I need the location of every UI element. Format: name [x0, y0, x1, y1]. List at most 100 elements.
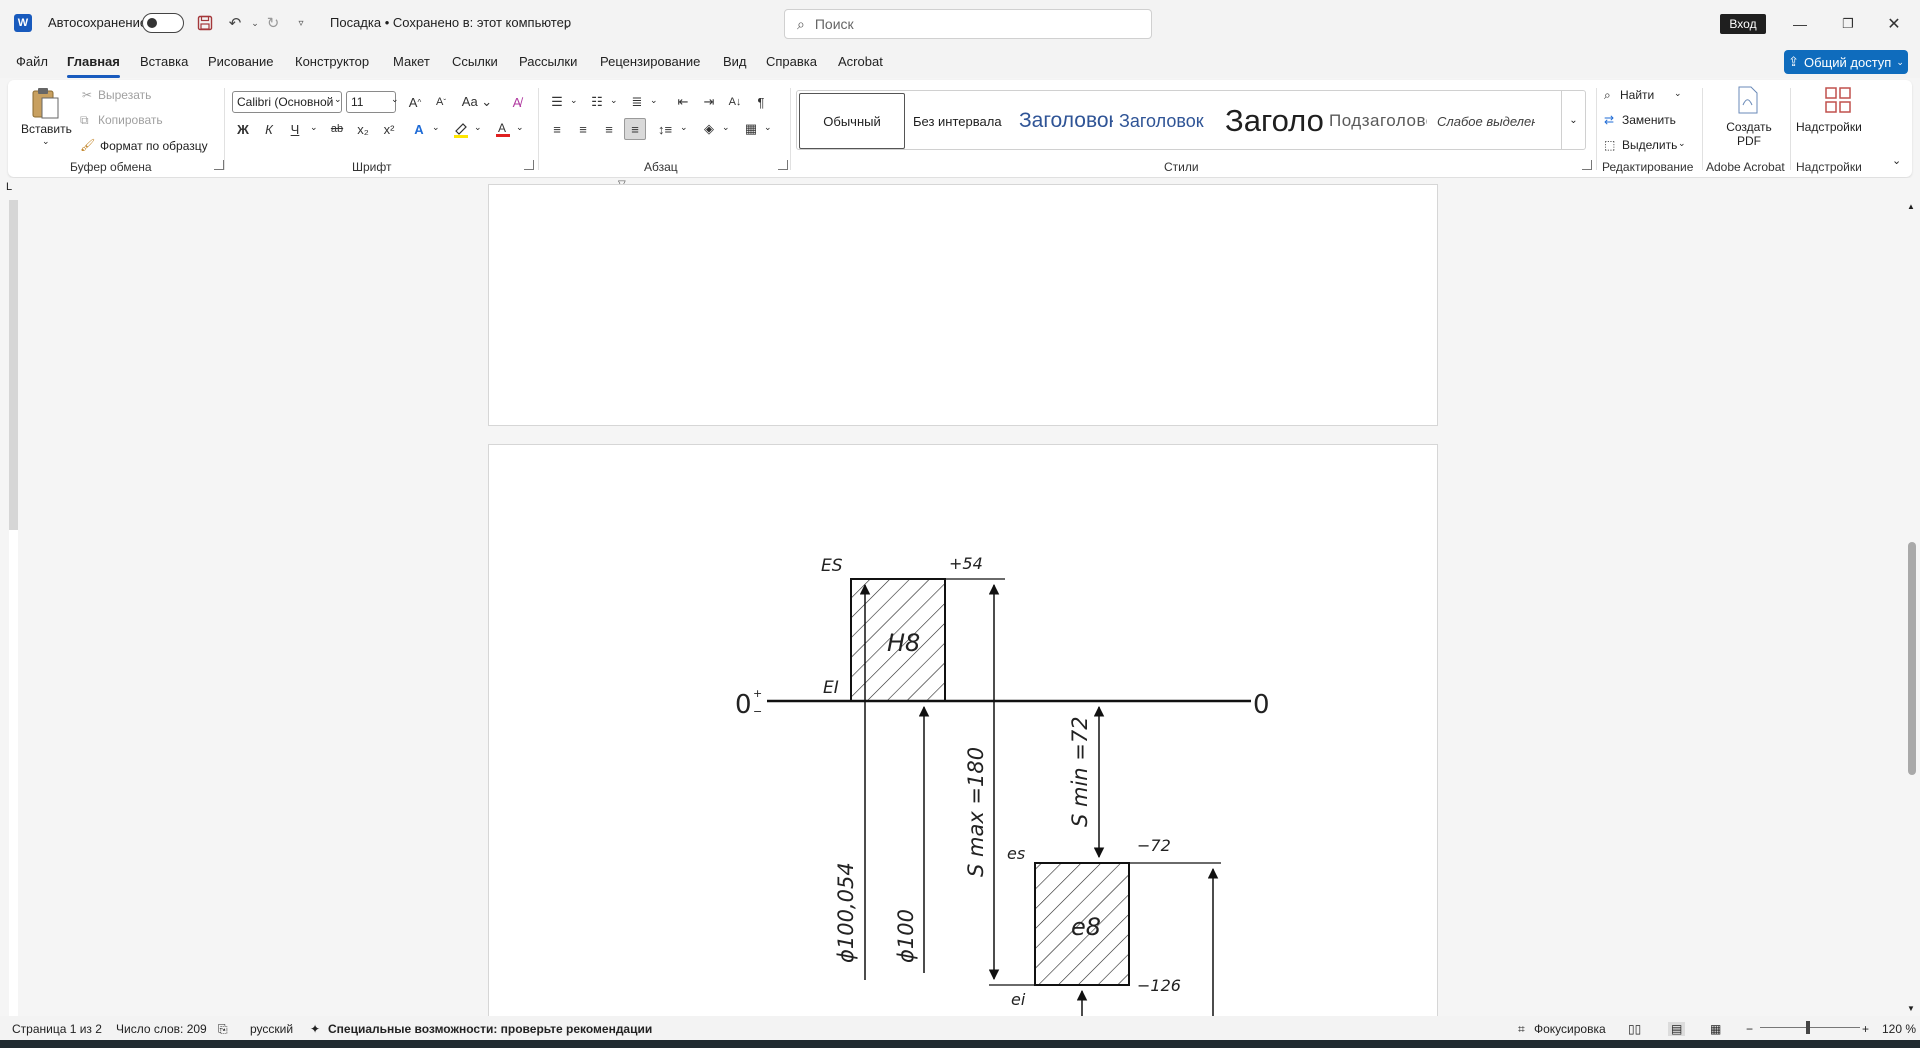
- zoom-slider[interactable]: [1760, 1027, 1860, 1028]
- sort-icon[interactable]: A↓: [724, 91, 746, 113]
- highlight-icon[interactable]: [450, 118, 472, 140]
- font-name-combo[interactable]: Calibri (Основной: [232, 91, 342, 113]
- font-launcher[interactable]: [524, 160, 534, 170]
- status-focus[interactable]: Фокусировка: [1534, 1022, 1606, 1036]
- search-box[interactable]: ⌕ Поиск: [784, 9, 1152, 39]
- subscript-button[interactable]: x₂: [352, 118, 374, 140]
- tab-view[interactable]: Вид: [723, 54, 747, 69]
- shrink-font-icon[interactable]: Aˇ: [430, 91, 452, 113]
- italic-button[interactable]: К: [258, 118, 280, 140]
- borders-icon[interactable]: ▦: [740, 118, 762, 140]
- scrollbar-thumb[interactable]: [1908, 542, 1916, 775]
- tab-layout[interactable]: Макет: [393, 54, 430, 69]
- proofing-icon[interactable]: ⎘: [218, 1022, 228, 1037]
- document-page-1[interactable]: [488, 184, 1438, 426]
- status-accessibility[interactable]: Специальные возможности: проверьте реком…: [328, 1022, 652, 1036]
- bullets-icon[interactable]: ☰: [546, 91, 568, 113]
- style-title-heading[interactable]: Заголовок: [1119, 93, 1217, 149]
- undo-icon[interactable]: ↶: [224, 12, 246, 34]
- underline-button[interactable]: Ч: [284, 118, 306, 140]
- style-heading1[interactable]: Заголовок 1: [1019, 93, 1113, 149]
- bold-button[interactable]: Ж: [232, 118, 254, 140]
- align-right-icon[interactable]: ≡: [598, 118, 620, 140]
- share-button[interactable]: ⇪ Общий доступ ⌄: [1784, 50, 1908, 74]
- minimize-icon[interactable]: —: [1788, 12, 1812, 36]
- superscript-button[interactable]: x²: [378, 118, 400, 140]
- style-heading2[interactable]: Заголовок 2: [1225, 93, 1323, 149]
- paste-icon[interactable]: [30, 86, 60, 120]
- create-pdf-icon[interactable]: [1736, 86, 1760, 114]
- font-name-dropdown-icon[interactable]: ⌄: [334, 94, 342, 105]
- addins-icon[interactable]: [1824, 86, 1852, 114]
- status-words[interactable]: Число слов: 209: [116, 1022, 207, 1036]
- shading-dropdown-icon[interactable]: ⌄: [722, 122, 730, 133]
- paste-dropdown-icon[interactable]: ⌄: [42, 136, 50, 147]
- tab-insert[interactable]: Вставка: [140, 54, 188, 69]
- find-dropdown-icon[interactable]: ⌄: [1674, 88, 1682, 99]
- format-painter-label[interactable]: Формат по образцу: [100, 139, 208, 153]
- tab-review[interactable]: Рецензирование: [600, 54, 700, 69]
- create-pdf-label[interactable]: Создать PDF: [1720, 120, 1778, 148]
- line-spacing-icon[interactable]: ↕≡: [654, 118, 676, 140]
- tab-home[interactable]: Главная: [67, 54, 120, 78]
- tab-design[interactable]: Конструктор: [295, 54, 369, 69]
- tab-acrobat[interactable]: Acrobat: [838, 54, 883, 69]
- align-left-icon[interactable]: ≡: [546, 118, 568, 140]
- style-normal[interactable]: Обычный: [799, 93, 905, 149]
- web-layout-icon[interactable]: ▦: [1710, 1022, 1721, 1036]
- redo-icon[interactable]: ↻: [262, 12, 284, 34]
- ribbon-collapse-icon[interactable]: ⌄: [1892, 154, 1901, 167]
- status-language[interactable]: русский: [250, 1022, 293, 1036]
- text-effects-dropdown-icon[interactable]: ⌄: [432, 122, 440, 133]
- show-marks-icon[interactable]: ¶: [750, 91, 772, 113]
- cut-icon[interactable]: ✂: [82, 88, 92, 102]
- tab-selector-icon[interactable]: L: [6, 181, 12, 193]
- paste-label[interactable]: Вставить: [21, 122, 72, 136]
- select-icon[interactable]: ⬚: [1604, 138, 1615, 152]
- shading-icon[interactable]: ◈: [698, 118, 720, 140]
- document-page-2[interactable]: H8 e8 ES EI +54 es ei −72 −126 0 + − 0 ϕ…: [488, 444, 1438, 1034]
- underline-dropdown-icon[interactable]: ⌄: [310, 122, 318, 133]
- status-page[interactable]: Страница 1 из 2: [12, 1022, 102, 1036]
- print-layout-icon[interactable]: ▤: [1668, 1022, 1686, 1036]
- tab-help[interactable]: Справка: [766, 54, 817, 69]
- scroll-up-icon[interactable]: ▲: [1907, 202, 1915, 211]
- style-subtle-emphasis[interactable]: Слабое выделение: [1437, 93, 1535, 149]
- customize-qat-icon[interactable]: ▿: [290, 12, 312, 34]
- read-mode-icon[interactable]: ▯▯: [1628, 1022, 1641, 1036]
- find-icon[interactable]: ⌕: [1604, 88, 1611, 103]
- addins-label[interactable]: Надстройки: [1796, 120, 1862, 134]
- copy-label[interactable]: Копировать: [98, 113, 163, 127]
- tab-file[interactable]: Файл: [16, 54, 48, 69]
- text-effects-icon[interactable]: A: [408, 118, 430, 140]
- vertical-scrollbar[interactable]: ▲ ▼: [1904, 200, 1920, 1016]
- styles-launcher[interactable]: [1582, 160, 1592, 170]
- align-center-icon[interactable]: ≡: [572, 118, 594, 140]
- zoom-in-icon[interactable]: +: [1862, 1022, 1869, 1036]
- styles-more-icon[interactable]: ⌄: [1561, 91, 1585, 149]
- title-chevron-icon[interactable]: ⌄: [556, 13, 578, 35]
- format-painter-icon[interactable]: 🖌: [80, 138, 95, 152]
- multilevel-dropdown-icon[interactable]: ⌄: [650, 95, 658, 106]
- borders-dropdown-icon[interactable]: ⌄: [764, 122, 772, 133]
- numbering-dropdown-icon[interactable]: ⌄: [610, 95, 618, 106]
- font-size-dropdown-icon[interactable]: ⌄: [391, 94, 399, 105]
- zoom-slider-thumb[interactable]: [1806, 1021, 1810, 1034]
- find-label[interactable]: Найти: [1620, 88, 1654, 102]
- focus-icon[interactable]: ⌗: [1518, 1022, 1525, 1037]
- vertical-ruler[interactable]: [4, 200, 22, 1016]
- justify-icon[interactable]: ≡: [624, 118, 646, 140]
- select-dropdown-icon[interactable]: ⌄: [1678, 138, 1686, 149]
- replace-icon[interactable]: ⇄: [1604, 113, 1614, 127]
- replace-label[interactable]: Заменить: [1622, 113, 1676, 127]
- autosave-toggle[interactable]: [142, 13, 184, 33]
- style-subtitle[interactable]: Подзаголовок: [1329, 93, 1427, 149]
- cut-label[interactable]: Вырезать: [98, 88, 151, 102]
- restore-icon[interactable]: ❐: [1836, 12, 1860, 36]
- tab-mailings[interactable]: Рассылки: [519, 54, 577, 69]
- signin-button[interactable]: Вход: [1720, 14, 1766, 34]
- save-icon[interactable]: [194, 12, 216, 34]
- accessibility-icon[interactable]: ✦: [310, 1022, 320, 1036]
- numbering-icon[interactable]: ☷: [586, 91, 608, 113]
- copy-icon[interactable]: ⧉: [80, 113, 89, 128]
